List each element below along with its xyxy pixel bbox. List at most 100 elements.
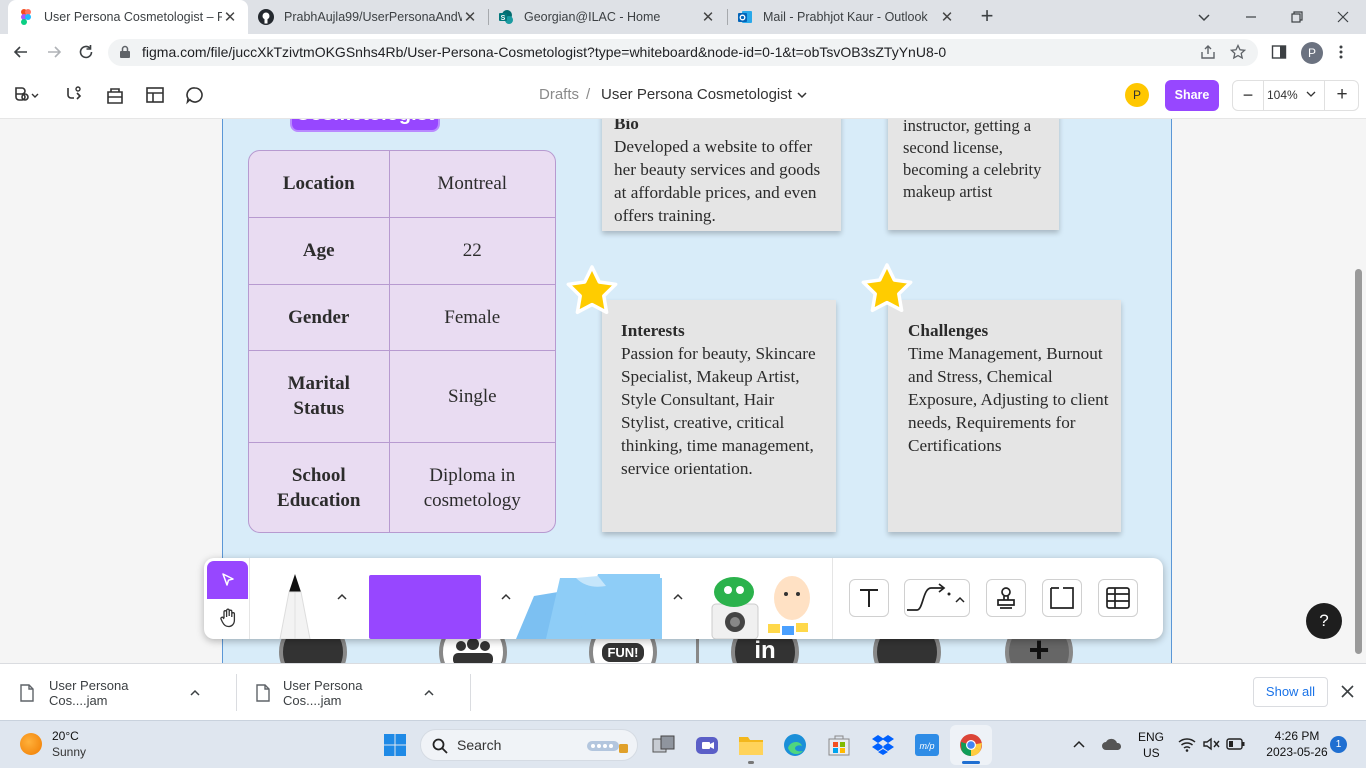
edge-browser-icon[interactable] <box>782 732 808 758</box>
interests-sticky-note[interactable]: Interests Passion for beauty, Skincare S… <box>602 300 836 532</box>
chevron-up-icon[interactable] <box>189 688 201 698</box>
layout-icon[interactable] <box>145 85 165 105</box>
bookmark-star-icon[interactable] <box>1230 44 1246 60</box>
mcafee-app-icon[interactable]: m/p <box>914 732 940 758</box>
zoom-in-button[interactable]: + <box>1328 82 1356 109</box>
onedrive-cloud-icon[interactable] <box>1101 737 1123 751</box>
back-arrow-icon[interactable] <box>12 43 30 61</box>
chevron-up-icon[interactable] <box>423 688 435 698</box>
connector-tool[interactable] <box>904 579 970 617</box>
resources-icon[interactable] <box>105 85 125 105</box>
windows-start-icon[interactable] <box>382 732 408 758</box>
battery-icon[interactable] <box>1226 737 1246 751</box>
more-menu-icon[interactable] <box>1333 44 1349 60</box>
bio-sticky-note[interactable]: Bio Developed a website to offer her bea… <box>602 119 841 231</box>
chevron-up-icon[interactable] <box>1072 738 1086 750</box>
share-button[interactable]: Share <box>1165 80 1219 111</box>
wifi-icon[interactable] <box>1178 736 1196 752</box>
zoom-out-button[interactable]: − <box>1234 82 1262 109</box>
windows-taskbar <box>0 720 1366 768</box>
breadcrumb-drafts[interactable]: Drafts <box>539 86 579 103</box>
clock-time[interactable]: 4:26 PM <box>1262 729 1332 743</box>
tab-sharepoint[interactable]: S Georgian@ILAC - Home ✕ <box>488 0 726 34</box>
table-tool[interactable] <box>1098 579 1138 617</box>
stamp-tool[interactable] <box>986 579 1026 617</box>
tab-search-chevron-icon[interactable] <box>1196 9 1212 25</box>
close-tab-icon[interactable]: ✕ <box>939 9 955 26</box>
file-explorer-icon[interactable] <box>738 732 764 758</box>
interests-title: Interests <box>621 321 685 340</box>
side-panel-icon[interactable] <box>1271 44 1287 60</box>
teams-chat-icon[interactable] <box>694 732 720 758</box>
interests-text: Passion for beauty, Skincare Specialist,… <box>621 344 816 478</box>
show-all-button[interactable]: Show all <box>1253 677 1328 707</box>
comment-icon[interactable] <box>185 85 205 105</box>
goals-sticky-note[interactable]: instructor, getting a second license, be… <box>888 119 1059 230</box>
shape-tool[interactable] <box>369 575 481 639</box>
tab-outlook[interactable]: Mail - Prabhjot Kaur - Outlook ✕ <box>727 0 965 34</box>
star-sticker-icon[interactable] <box>564 264 620 320</box>
close-tab-icon[interactable]: ✕ <box>222 9 238 26</box>
task-view-icon[interactable] <box>651 732 677 758</box>
chevron-up-icon[interactable] <box>671 591 685 603</box>
table-row: Marital Status Single <box>249 349 555 443</box>
svg-text:m/p: m/p <box>919 741 934 751</box>
stickers-tool[interactable] <box>710 574 814 639</box>
taskbar-search[interactable]: Search <box>420 729 638 761</box>
lock-icon[interactable] <box>118 45 132 59</box>
chevron-up-icon[interactable] <box>499 591 513 603</box>
section-tool[interactable] <box>1042 579 1082 617</box>
text-tool[interactable] <box>849 579 889 617</box>
weather-temp[interactable]: 20°C <box>52 729 79 743</box>
tab-figma[interactable]: User Persona Cosmetologist – Fig ✕ <box>8 0 248 34</box>
forward-arrow-icon[interactable] <box>45 43 63 61</box>
address-bar[interactable]: figma.com/file/juccXkTzivtmOKGSnhs4Rb/Us… <box>108 39 1258 66</box>
chrome-icon[interactable] <box>958 732 984 758</box>
download-item[interactable]: User Persona Cos....jam <box>0 664 236 721</box>
zoom-level[interactable]: 104% <box>1267 88 1298 102</box>
download-item[interactable]: User Persona Cos....jam <box>237 664 470 721</box>
chevron-up-icon[interactable] <box>335 591 349 603</box>
profile-avatar[interactable]: P <box>1301 42 1323 64</box>
user-avatar[interactable]: P <box>1125 83 1149 107</box>
dropbox-icon[interactable] <box>870 732 896 758</box>
challenges-title: Challenges <box>908 321 989 340</box>
sticky-note-tool[interactable] <box>516 574 662 639</box>
notification-badge[interactable]: 1 <box>1330 736 1347 753</box>
file-name[interactable]: User Persona Cosmetologist <box>601 86 792 103</box>
restore-icon[interactable] <box>1289 9 1305 25</box>
zoom-chevron-icon[interactable] <box>1305 88 1317 100</box>
marker-pen-icon[interactable] <box>274 572 316 639</box>
github-icon <box>258 9 274 25</box>
toolbar-divider <box>249 558 250 639</box>
vertical-scrollbar[interactable] <box>1355 269 1362 654</box>
persona-title-badge[interactable]: Cosmetologist <box>290 119 440 132</box>
demographics-table[interactable]: Location Montreal Age 22 Gender Female Mari… <box>248 150 556 533</box>
tab-github[interactable]: PrabhAujla99/UserPersonaAndW ✕ <box>248 0 488 34</box>
weather-desc[interactable]: Sunny <box>52 745 86 759</box>
download-filename: User Persona Cos....jam <box>283 677 363 708</box>
sun-weather-icon[interactable] <box>20 733 42 755</box>
figma-menu-icon[interactable] <box>12 84 42 106</box>
close-tab-icon[interactable]: ✕ <box>700 9 716 26</box>
star-sticker-icon[interactable] <box>859 262 915 318</box>
share-page-icon[interactable] <box>1200 44 1216 60</box>
close-window-icon[interactable] <box>1335 9 1351 25</box>
select-tool[interactable] <box>207 561 248 599</box>
language-top[interactable]: ENG <box>1138 730 1164 744</box>
new-tab-button[interactable]: + <box>975 5 999 29</box>
zoom-divider <box>1324 80 1325 111</box>
microsoft-store-icon[interactable] <box>826 732 852 758</box>
challenges-sticky-note[interactable]: Challenges Time Management, Burnout and … <box>888 300 1121 532</box>
speaker-muted-icon[interactable] <box>1202 736 1220 752</box>
clock-date[interactable]: 2023-05-26 <box>1259 745 1335 759</box>
language-bottom[interactable]: US <box>1143 746 1160 760</box>
reload-icon[interactable] <box>77 43 95 61</box>
hand-tool[interactable] <box>207 599 248 636</box>
chevron-down-icon[interactable] <box>795 88 809 102</box>
close-download-bar-icon[interactable] <box>1341 685 1354 698</box>
actions-icon[interactable] <box>64 85 84 105</box>
close-tab-icon[interactable]: ✕ <box>462 9 478 26</box>
help-button[interactable]: ? <box>1306 603 1342 639</box>
minimize-icon[interactable] <box>1243 9 1259 25</box>
